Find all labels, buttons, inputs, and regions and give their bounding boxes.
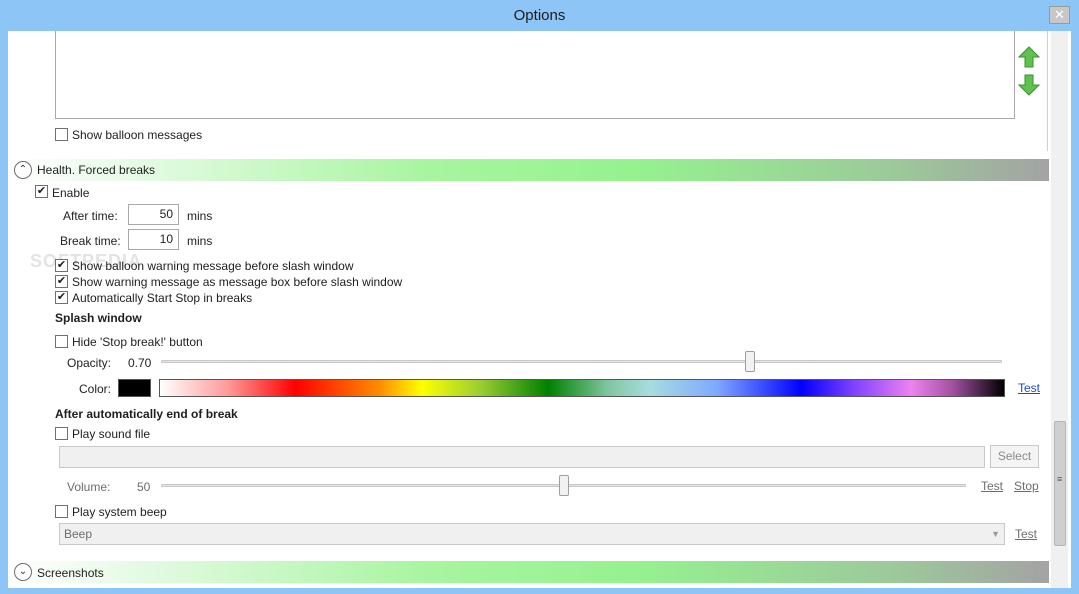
grip-icon: ≡: [1057, 474, 1063, 484]
balloon-warning-label: Show balloon warning message before slas…: [72, 259, 354, 273]
color-label: Color:: [79, 382, 112, 396]
after-time-label: After time:: [63, 209, 118, 223]
after-time-unit: mins: [187, 209, 213, 223]
scrollbar-thumb[interactable]: ≡: [1054, 421, 1066, 546]
move-up-icon[interactable]: [1017, 45, 1041, 69]
splash-test-link[interactable]: Test: [1018, 381, 1040, 395]
show-balloon-label: Show balloon messages: [72, 128, 203, 142]
vertical-scrollbar[interactable]: ≡: [1051, 31, 1068, 588]
play-beep-checkbox[interactable]: [55, 505, 68, 518]
break-time-input[interactable]: 10: [128, 229, 179, 250]
enable-label: Enable: [52, 186, 90, 200]
collapse-icon[interactable]: ⌃: [14, 161, 32, 179]
beep-test-link[interactable]: Test: [1015, 527, 1037, 541]
move-down-icon[interactable]: [1017, 73, 1041, 97]
play-beep-label: Play system beep: [72, 505, 167, 519]
beep-selected-value: Beep: [64, 527, 93, 541]
balloon-warning-checkbox[interactable]: ✔: [55, 259, 68, 272]
screenshots-group-title: Screenshots: [37, 566, 104, 580]
volume-test-link[interactable]: Test: [981, 479, 1003, 493]
play-sound-checkbox[interactable]: [55, 427, 68, 440]
options-window: Options ✕ Show balloon messages ⌃ Health…: [0, 0, 1079, 594]
health-group-title: Health. Forced breaks: [37, 163, 156, 177]
auto-start-stop-checkbox[interactable]: ✔: [55, 291, 68, 304]
opacity-value: 0.70: [128, 356, 152, 370]
splash-window-heading: Splash window: [55, 311, 142, 325]
health-group-header[interactable]: [13, 159, 1049, 181]
auto-start-stop-label: Automatically Start Stop in breaks: [72, 291, 253, 305]
after-time-input[interactable]: 50: [128, 204, 179, 225]
after-break-heading: After automatically end of break: [55, 407, 238, 421]
close-button[interactable]: ✕: [1049, 6, 1070, 24]
volume-stop-link[interactable]: Stop: [1014, 479, 1039, 493]
close-icon: ✕: [1054, 7, 1065, 22]
beep-select[interactable]: Beep ▼: [59, 523, 1005, 545]
messagebox-warning-label: Show warning message as message box befo…: [72, 275, 403, 289]
hide-stop-break-checkbox[interactable]: [55, 335, 68, 348]
color-spectrum-picker[interactable]: [159, 379, 1005, 397]
window-title: Options: [513, 7, 566, 24]
volume-label: Volume:: [67, 480, 111, 494]
options-content: Show balloon messages ⌃ Health. Forced b…: [8, 31, 1071, 588]
opacity-slider-thumb[interactable]: [744, 351, 755, 372]
show-balloon-checkbox[interactable]: [55, 128, 68, 141]
volume-value: 50: [137, 480, 151, 494]
hide-stop-break-label: Hide 'Stop break!' button: [72, 335, 203, 349]
enable-checkbox[interactable]: ✔: [35, 185, 48, 198]
title-bar[interactable]: Options ✕: [0, 0, 1079, 31]
chevron-down-icon: ▼: [991, 529, 1000, 539]
opacity-slider-track[interactable]: [161, 360, 1002, 363]
messagebox-warning-checkbox[interactable]: ✔: [55, 275, 68, 288]
play-sound-label: Play sound file: [72, 427, 151, 441]
expand-icon[interactable]: ⌄: [14, 563, 32, 581]
break-time-label: Break time:: [60, 234, 121, 248]
select-sound-button[interactable]: Select: [990, 445, 1039, 468]
volume-slider-thumb[interactable]: [558, 475, 569, 496]
sound-file-path-input[interactable]: [59, 446, 985, 468]
balloon-messages-list[interactable]: [55, 31, 1015, 119]
screenshots-group-header[interactable]: [13, 561, 1049, 583]
section-border: [1047, 31, 1048, 151]
break-time-unit: mins: [187, 234, 213, 248]
selected-color-swatch[interactable]: [118, 379, 151, 397]
opacity-label: Opacity:: [67, 356, 112, 370]
